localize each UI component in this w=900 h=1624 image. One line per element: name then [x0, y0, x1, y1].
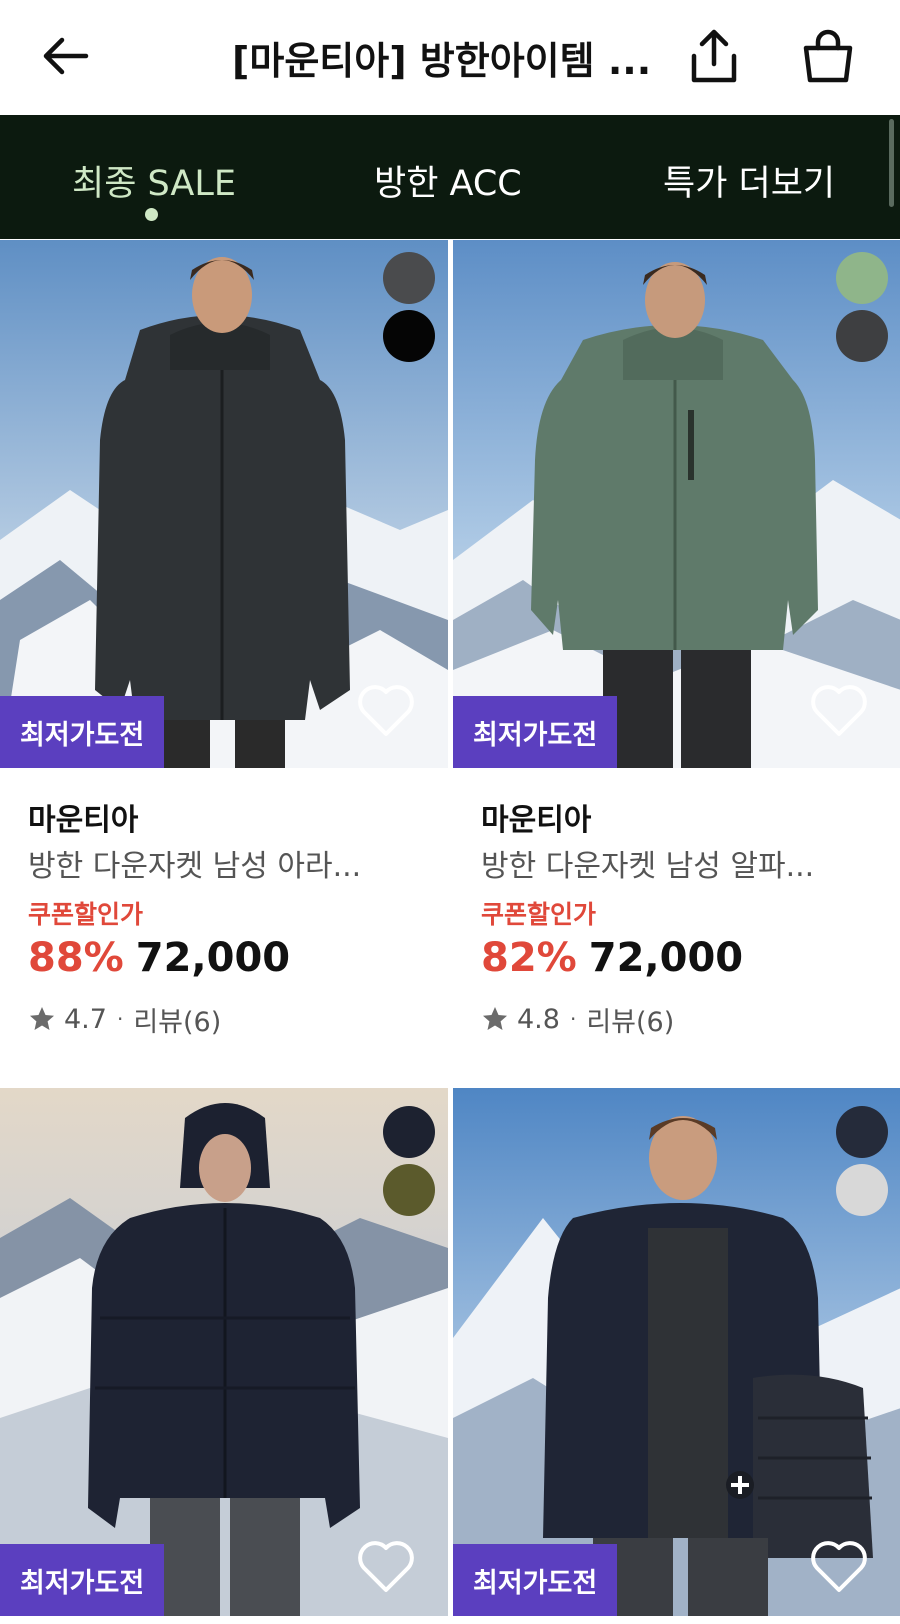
category-tabs: 최종 SALE 방한 ACC 특가 더보기: [0, 115, 900, 239]
color-swatch[interactable]: [836, 1164, 888, 1216]
color-swatch[interactable]: [383, 310, 435, 362]
header-bar: [마운티아] 방한아이템 ...: [0, 0, 900, 115]
app-header: [마운티아] 방한아이템 ...: [0, 0, 900, 115]
separator-dot: ·: [569, 1007, 577, 1031]
product-brand: 마운티아: [28, 803, 139, 838]
review-count[interactable]: 리뷰(6): [133, 1000, 221, 1039]
review-count[interactable]: 리뷰(6): [586, 1000, 674, 1039]
rating-row: 4.8 · 리뷰(6): [481, 999, 881, 1039]
heart-icon[interactable]: [356, 1538, 416, 1594]
discount-rate: 88%: [28, 935, 124, 981]
color-swatch[interactable]: [836, 310, 888, 362]
heart-icon[interactable]: [809, 1538, 869, 1594]
tabs-scrollbar[interactable]: [889, 119, 894, 207]
discount-rate: 82%: [481, 935, 577, 981]
product-image[interactable]: 최저가도전: [0, 240, 448, 768]
lowest-price-badge: 최저가도전: [453, 696, 618, 768]
coupon-price-label: 쿠폰할인가: [28, 900, 144, 929]
star-icon: [30, 1007, 54, 1030]
coupon-price-label: 쿠폰할인가: [481, 900, 597, 929]
heart-icon[interactable]: [809, 682, 869, 738]
product-photo-illustration: [453, 1088, 900, 1616]
lowest-price-badge: 최저가도전: [0, 696, 165, 768]
rating-value: 4.7: [64, 1003, 107, 1035]
sale-price: 72,000: [588, 935, 744, 981]
shopping-bag-button[interactable]: [798, 26, 858, 86]
page-title: [마운티아] 방한아이템 ...: [232, 39, 652, 83]
tab-more-deals[interactable]: 특가 더보기: [663, 155, 835, 206]
separator-dot: ·: [116, 1007, 124, 1031]
product-photo-illustration: [0, 1088, 448, 1616]
tab-winter-acc[interactable]: 방한 ACC: [374, 155, 522, 206]
price-row: 88% 72,000: [28, 935, 428, 991]
shopping-bag-icon: [803, 29, 853, 83]
color-swatch[interactable]: [383, 1164, 435, 1216]
product-info: 마운티아 방한 다운자켓 남성 알파... 쿠폰할인가 82% 72,000 4…: [481, 795, 881, 1039]
color-swatch[interactable]: [383, 1106, 435, 1158]
product-info: 마운티아 방한 다운자켓 남성 아라... 쿠폰할인가 88% 72,000 4…: [28, 795, 428, 1039]
star-icon: [483, 1007, 507, 1030]
color-swatch[interactable]: [836, 1106, 888, 1158]
back-button[interactable]: [38, 28, 94, 84]
share-button[interactable]: [684, 26, 744, 86]
active-tab-indicator: [145, 208, 158, 221]
product-image[interactable]: 최저가도전: [453, 240, 900, 768]
heart-icon[interactable]: [356, 682, 416, 738]
rating-row: 4.7 · 리뷰(6): [28, 999, 428, 1039]
color-swatch[interactable]: [383, 252, 435, 304]
share-icon: [691, 29, 737, 83]
price-row: 82% 72,000: [481, 935, 881, 991]
sale-price: 72,000: [135, 935, 291, 981]
product-name[interactable]: 방한 다운자켓 남성 알파...: [481, 841, 881, 891]
product-image[interactable]: 최저가도전: [0, 1088, 448, 1616]
product-brand: 마운티아: [481, 803, 592, 838]
color-swatch[interactable]: [836, 252, 888, 304]
lowest-price-badge: 최저가도전: [453, 1544, 618, 1616]
product-name[interactable]: 방한 다운자켓 남성 아라...: [28, 841, 428, 891]
tab-final-sale[interactable]: 최종 SALE: [72, 155, 236, 206]
rating-value: 4.8: [517, 1003, 560, 1035]
lowest-price-badge: 최저가도전: [0, 1544, 165, 1616]
product-image[interactable]: 최저가도전: [453, 1088, 900, 1616]
arrow-left-icon: [43, 37, 89, 75]
